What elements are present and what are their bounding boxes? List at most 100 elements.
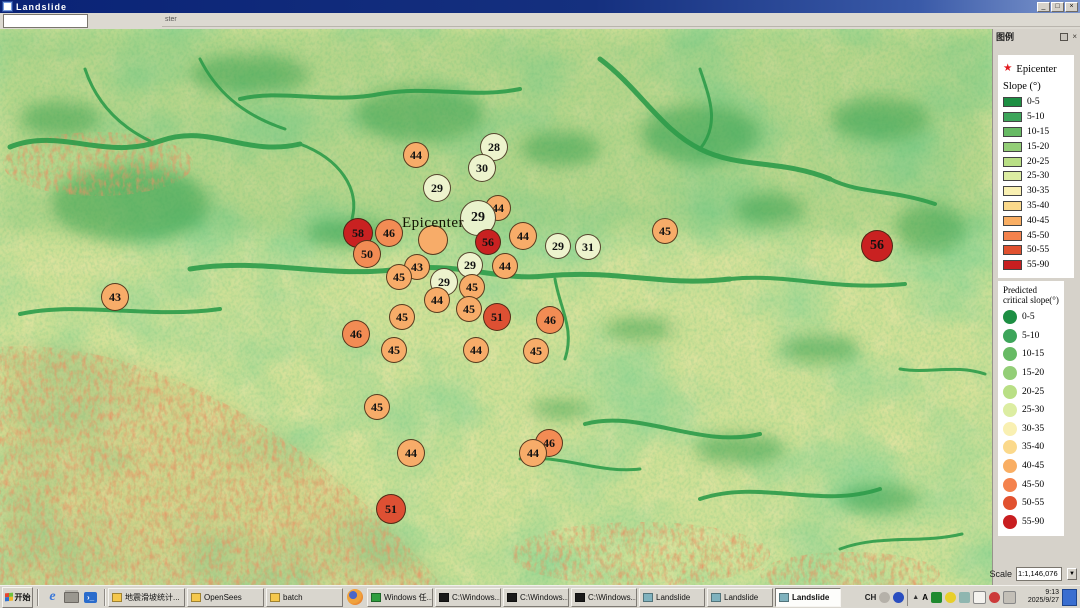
taskbar-button[interactable]: Landslide [639,588,705,607]
tray-teal-icon[interactable] [959,592,970,603]
taskbar-button[interactable]: OpenSees [187,588,264,607]
tray-flag-icon[interactable] [973,591,986,604]
taskbar-button[interactable]: 地震滑坡统计... [108,588,185,607]
slope-swatch [1003,112,1022,122]
taskbar-button[interactable]: C:\Windows... [435,588,501,607]
help-icon[interactable] [893,592,904,603]
pin-icon[interactable] [1060,33,1068,41]
slope-class-row: 50-55 [1003,243,1071,258]
tray-letter-icon[interactable]: A [922,593,928,602]
taskbar-button[interactable]: batch [266,588,343,607]
slope-class-row: 40-45 [1003,213,1071,228]
critical-class-row: 45-50 [1003,475,1061,494]
start-label: 开始 [15,592,31,603]
slope-range-label: 45-50 [1027,231,1049,241]
quick-launch: e ›_ [41,590,102,605]
critical-slope-legend: Predicted critical slope(°) 0-5 5-10 10-… [998,281,1064,536]
critical-dot [1003,403,1017,417]
slope-marker: 43 [101,283,129,311]
scale-dropdown-icon[interactable]: ▼ [1067,568,1077,580]
critical-class-list: 0-5 5-10 10-15 15-20 20-25 25-30 30-35 3… [1003,308,1061,531]
slope-marker: 30 [468,154,496,182]
critical-dot [1003,440,1017,454]
slope-marker: 46 [375,219,403,247]
firefox-icon[interactable] [347,589,363,605]
critical-range-label: 35-40 [1022,442,1044,452]
printer-icon[interactable] [64,590,79,605]
critical-class-row: 15-20 [1003,364,1061,383]
close-button[interactable]: × [1065,2,1078,12]
slope-swatch [1003,201,1022,211]
tray-date: 2025/9/27 [1019,597,1059,605]
slope-range-label: 15-20 [1027,142,1049,152]
tray-time: 9:13 [1019,589,1059,597]
slope-class-row: 55-90 [1003,258,1071,273]
epicenter-legend-label: Epicenter [1016,64,1056,75]
taskbar-button-icon [507,593,517,602]
slope-marker: 45 [456,296,482,322]
critical-range-label: 50-55 [1022,498,1044,508]
slope-marker: 45 [364,394,390,420]
scale-control: Scale 1:1,146,076 ▼ [989,567,1077,581]
taskbar-button-label: Landslide [724,593,758,602]
critical-dot [1003,366,1017,380]
start-button[interactable]: 开始 [2,587,33,608]
taskbar-button[interactable]: Landslide [707,588,773,607]
title-bar[interactable]: Landslide _ □ × [0,0,1080,13]
volume-icon[interactable] [879,592,890,603]
panel-close-icon[interactable]: × [1072,33,1077,41]
taskbar-button-label: 地震滑坡统计... [125,592,180,603]
critical-dot [1003,478,1017,492]
critical-class-row: 35-40 [1003,438,1061,457]
critical-dot [1003,329,1017,343]
tray-sync-icon[interactable] [945,592,956,603]
slope-class-row: 20-25 [1003,154,1071,169]
internet-explorer-icon[interactable]: e [45,590,60,605]
taskbar-button[interactable]: C:\Windows... [571,588,637,607]
taskbar: 开始 e ›_ 地震滑坡统计... OpenSees batch Windows… [0,585,1080,608]
slope-swatch [1003,171,1022,181]
tray-mute-icon[interactable] [989,592,1000,603]
toolbar-input[interactable] [3,14,88,28]
slope-range-label: 25-30 [1027,171,1049,181]
tray-clock[interactable]: 9:13 2025/9/27 [1019,589,1059,605]
language-indicator[interactable]: CH [865,593,877,602]
critical-class-row: 55-90 [1003,513,1061,532]
taskbar-button-icon [643,593,653,602]
slope-marker: 45 [523,338,549,364]
critical-class-row: 5-10 [1003,327,1061,346]
tray-green-icon[interactable] [931,592,942,603]
taskbar-divider [104,589,106,606]
powershell-icon[interactable]: ›_ [83,590,98,605]
slope-marker: 45 [389,304,415,330]
toolbar: ster [0,13,1080,30]
legend-panel: 图例 × ★ Epicenter Slope (°) 0-5 5-10 10-1… [992,29,1080,585]
slope-class-row: 45-50 [1003,228,1071,243]
slope-marker: 44 [509,222,537,250]
taskbar-button[interactable]: Windows 任... [367,588,433,607]
slope-marker: 44 [492,253,518,279]
taskbar-button-active[interactable]: Landslide [775,588,841,607]
critical-range-label: 20-25 [1022,387,1044,397]
tray-expand-icon[interactable]: ▲ [912,594,919,601]
taskbar-button-label: C:\Windows... [588,593,637,602]
epicenter-label: Epicenter [402,215,464,232]
slope-class-row: 30-35 [1003,184,1071,199]
slope-swatch [1003,157,1022,167]
maximize-button[interactable]: □ [1051,2,1064,12]
network-icon[interactable] [1062,589,1077,606]
minimize-button[interactable]: _ [1037,2,1050,12]
scale-value[interactable]: 1:1,146,076 [1016,567,1062,581]
tray-window-icon[interactable] [1003,591,1016,604]
slope-range-label: 10-15 [1027,127,1049,137]
map-canvas[interactable]: 4428302944294458465056293145564343294445… [0,29,992,585]
critical-dot [1003,459,1017,473]
critical-dot [1003,385,1017,399]
slope-range-label: 50-55 [1027,245,1049,255]
critical-class-row: 25-30 [1003,401,1061,420]
taskbar-button-label: batch [283,593,303,602]
critical-class-row: 30-35 [1003,420,1061,439]
taskbar-button[interactable]: C:\Windows... [503,588,569,607]
critical-range-label: 5-10 [1022,331,1039,341]
critical-range-label: 45-50 [1022,480,1044,490]
